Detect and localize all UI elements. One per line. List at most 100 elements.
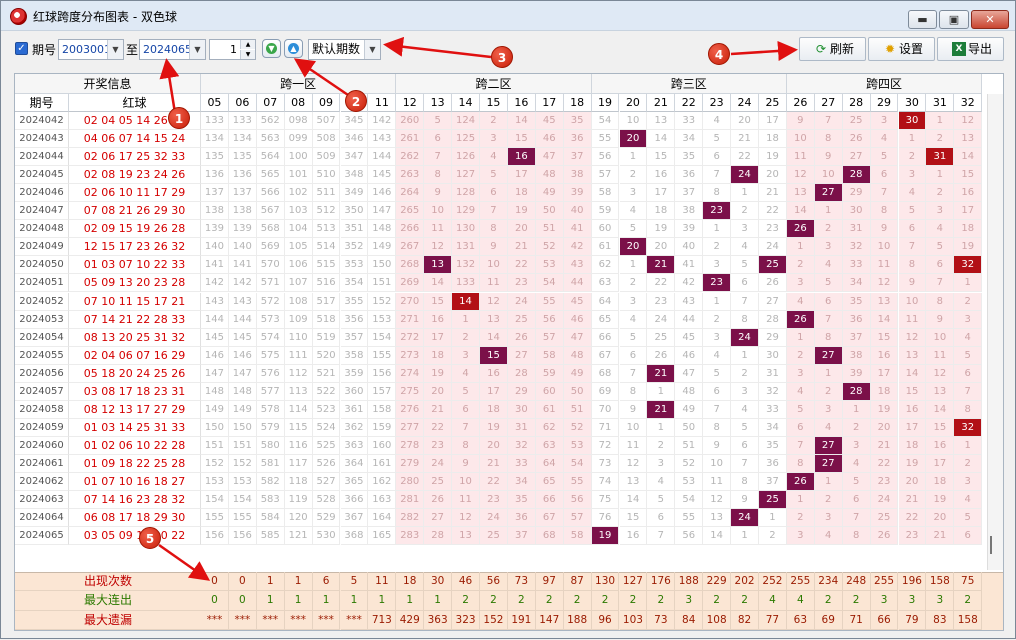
spin-down-icon[interactable]: ▼	[240, 50, 255, 59]
span-miss-cell: 27	[507, 346, 536, 365]
span-miss-cell: 18	[870, 382, 899, 401]
span-miss-cell: 25	[647, 328, 676, 347]
header-span-col: 09	[312, 94, 341, 112]
span-miss-cell: 364	[340, 454, 369, 473]
span-miss-cell: 5	[786, 400, 815, 419]
span-miss-cell: 144	[201, 310, 229, 329]
chevron-down-icon[interactable]: ▼	[364, 40, 380, 59]
span-miss-cell: 28	[759, 310, 787, 329]
span-miss-cell: 8	[703, 184, 732, 203]
span-miss-cell: 18	[759, 130, 787, 149]
span-miss-cell: 268	[396, 256, 425, 275]
span-miss-cell: 5	[814, 274, 843, 293]
next-issue-button[interactable]: ▼	[262, 39, 281, 58]
span-miss-cell: 7	[786, 436, 815, 455]
minimize-button[interactable]: ▬	[908, 10, 937, 29]
span-miss-cell: 19	[507, 202, 536, 221]
spin-up-icon[interactable]: ▲	[240, 40, 255, 49]
span-miss-cell: 2	[814, 382, 843, 401]
span-miss-cell: 527	[312, 473, 341, 492]
span-miss-cell: 1	[731, 527, 759, 546]
to-issue-select[interactable]: 2024065 ▼	[139, 39, 206, 60]
span-hit-cell: 31	[926, 148, 955, 167]
step-spinner[interactable]: 1 ▲ ▼	[209, 39, 256, 60]
stat-value: 1	[396, 591, 425, 611]
span-miss-cell: 514	[312, 238, 341, 257]
issue-cell: 2024053	[15, 310, 69, 329]
span-miss-cell: 53	[535, 256, 564, 275]
span-miss-cell: 347	[340, 148, 369, 167]
span-miss-cell: 262	[396, 148, 425, 167]
span-miss-cell: 17	[898, 418, 927, 437]
red-balls-cell: 12 15 17 23 26 32	[69, 238, 201, 257]
stat-value: 1	[312, 591, 341, 611]
span-miss-cell: 278	[396, 436, 425, 455]
span-miss-cell: 27	[842, 148, 871, 167]
refresh-button[interactable]: ⟳ 刷新	[799, 37, 866, 61]
span-miss-cell: 361	[340, 400, 369, 419]
span-distribution-table[interactable]: 开奖信息跨一区跨二区跨三区跨四区期号红球05060708091011121314…	[14, 73, 1004, 631]
span-miss-cell: 42	[563, 238, 592, 257]
period-select[interactable]: 默认期数 ▼	[308, 39, 381, 60]
span-miss-cell: 349	[340, 184, 369, 203]
span-miss-cell: 8	[842, 527, 871, 546]
title-bar[interactable]: 红球跨度分布图表 - 双色球 ▬ ▣ ✕	[1, 1, 1015, 31]
span-miss-cell: 21	[424, 400, 453, 419]
span-miss-cell: 6	[647, 509, 676, 528]
from-issue-select[interactable]: 2003001 ▼	[58, 39, 124, 60]
span-miss-cell: 515	[312, 256, 341, 275]
span-miss-cell: 530	[312, 527, 341, 546]
span-miss-cell: 152	[201, 454, 229, 473]
header-zone-2: 跨二区	[396, 74, 592, 94]
span-miss-cell: 154	[201, 491, 229, 510]
settings-button[interactable]: ✹ 设置	[868, 37, 935, 61]
span-miss-cell: 4	[870, 130, 899, 149]
vertical-scrollbar[interactable]	[987, 94, 1003, 570]
span-miss-cell: 150	[228, 418, 257, 437]
chevron-down-icon[interactable]: ▼	[189, 40, 205, 59]
maximize-button[interactable]: ▣	[939, 10, 969, 29]
span-miss-cell: 33	[759, 400, 787, 419]
span-miss-cell: 2	[814, 220, 843, 239]
to-issue-value: 2024065	[143, 43, 192, 56]
span-miss-cell: 20	[507, 220, 536, 239]
span-miss-cell: 3	[703, 328, 732, 347]
span-miss-cell: 6	[814, 292, 843, 311]
stat-value: 1	[284, 591, 313, 611]
span-miss-cell: 47	[675, 364, 704, 383]
span-miss-cell: 9	[452, 454, 480, 473]
span-miss-cell: 15	[619, 509, 648, 528]
span-hit-cell: 25	[759, 491, 787, 510]
span-miss-cell: 151	[201, 436, 229, 455]
span-miss-cell: 5	[647, 491, 676, 510]
span-miss-cell: 3	[786, 274, 815, 293]
stat-label: 最大遗漏	[15, 611, 201, 630]
span-miss-cell: 265	[396, 202, 425, 221]
span-hit-cell: 15	[480, 346, 508, 365]
stat-value: 130	[591, 572, 620, 592]
span-miss-cell: 7	[926, 274, 955, 293]
span-miss-cell: 3	[786, 364, 815, 383]
span-miss-cell: 12	[424, 238, 453, 257]
span-miss-cell: 52	[563, 418, 592, 437]
span-miss-cell: 52	[535, 238, 564, 257]
chevron-down-icon[interactable]: ▼	[107, 40, 123, 59]
close-button[interactable]: ✕	[971, 10, 1009, 29]
span-miss-cell: 39	[563, 184, 592, 203]
span-miss-cell: 161	[368, 454, 397, 473]
span-miss-cell: 15	[870, 328, 899, 347]
prev-issue-button[interactable]: ▲	[284, 39, 303, 58]
span-miss-cell: 21	[759, 184, 787, 203]
span-miss-cell: 133	[201, 112, 229, 131]
span-miss-cell: 13	[786, 184, 815, 203]
span-miss-cell: 165	[368, 527, 397, 546]
export-button[interactable]: X 导出	[937, 37, 1004, 61]
span-miss-cell: 7	[703, 400, 732, 419]
stat-value: 152	[480, 610, 508, 630]
span-miss-cell: 30	[507, 400, 536, 419]
scroll-thumb[interactable]	[990, 536, 998, 554]
issue-filter-checkbox[interactable]: ✓	[15, 42, 28, 55]
span-miss-cell: 577	[256, 382, 285, 401]
span-miss-cell: 269	[396, 274, 425, 293]
span-miss-cell: 3	[731, 382, 759, 401]
